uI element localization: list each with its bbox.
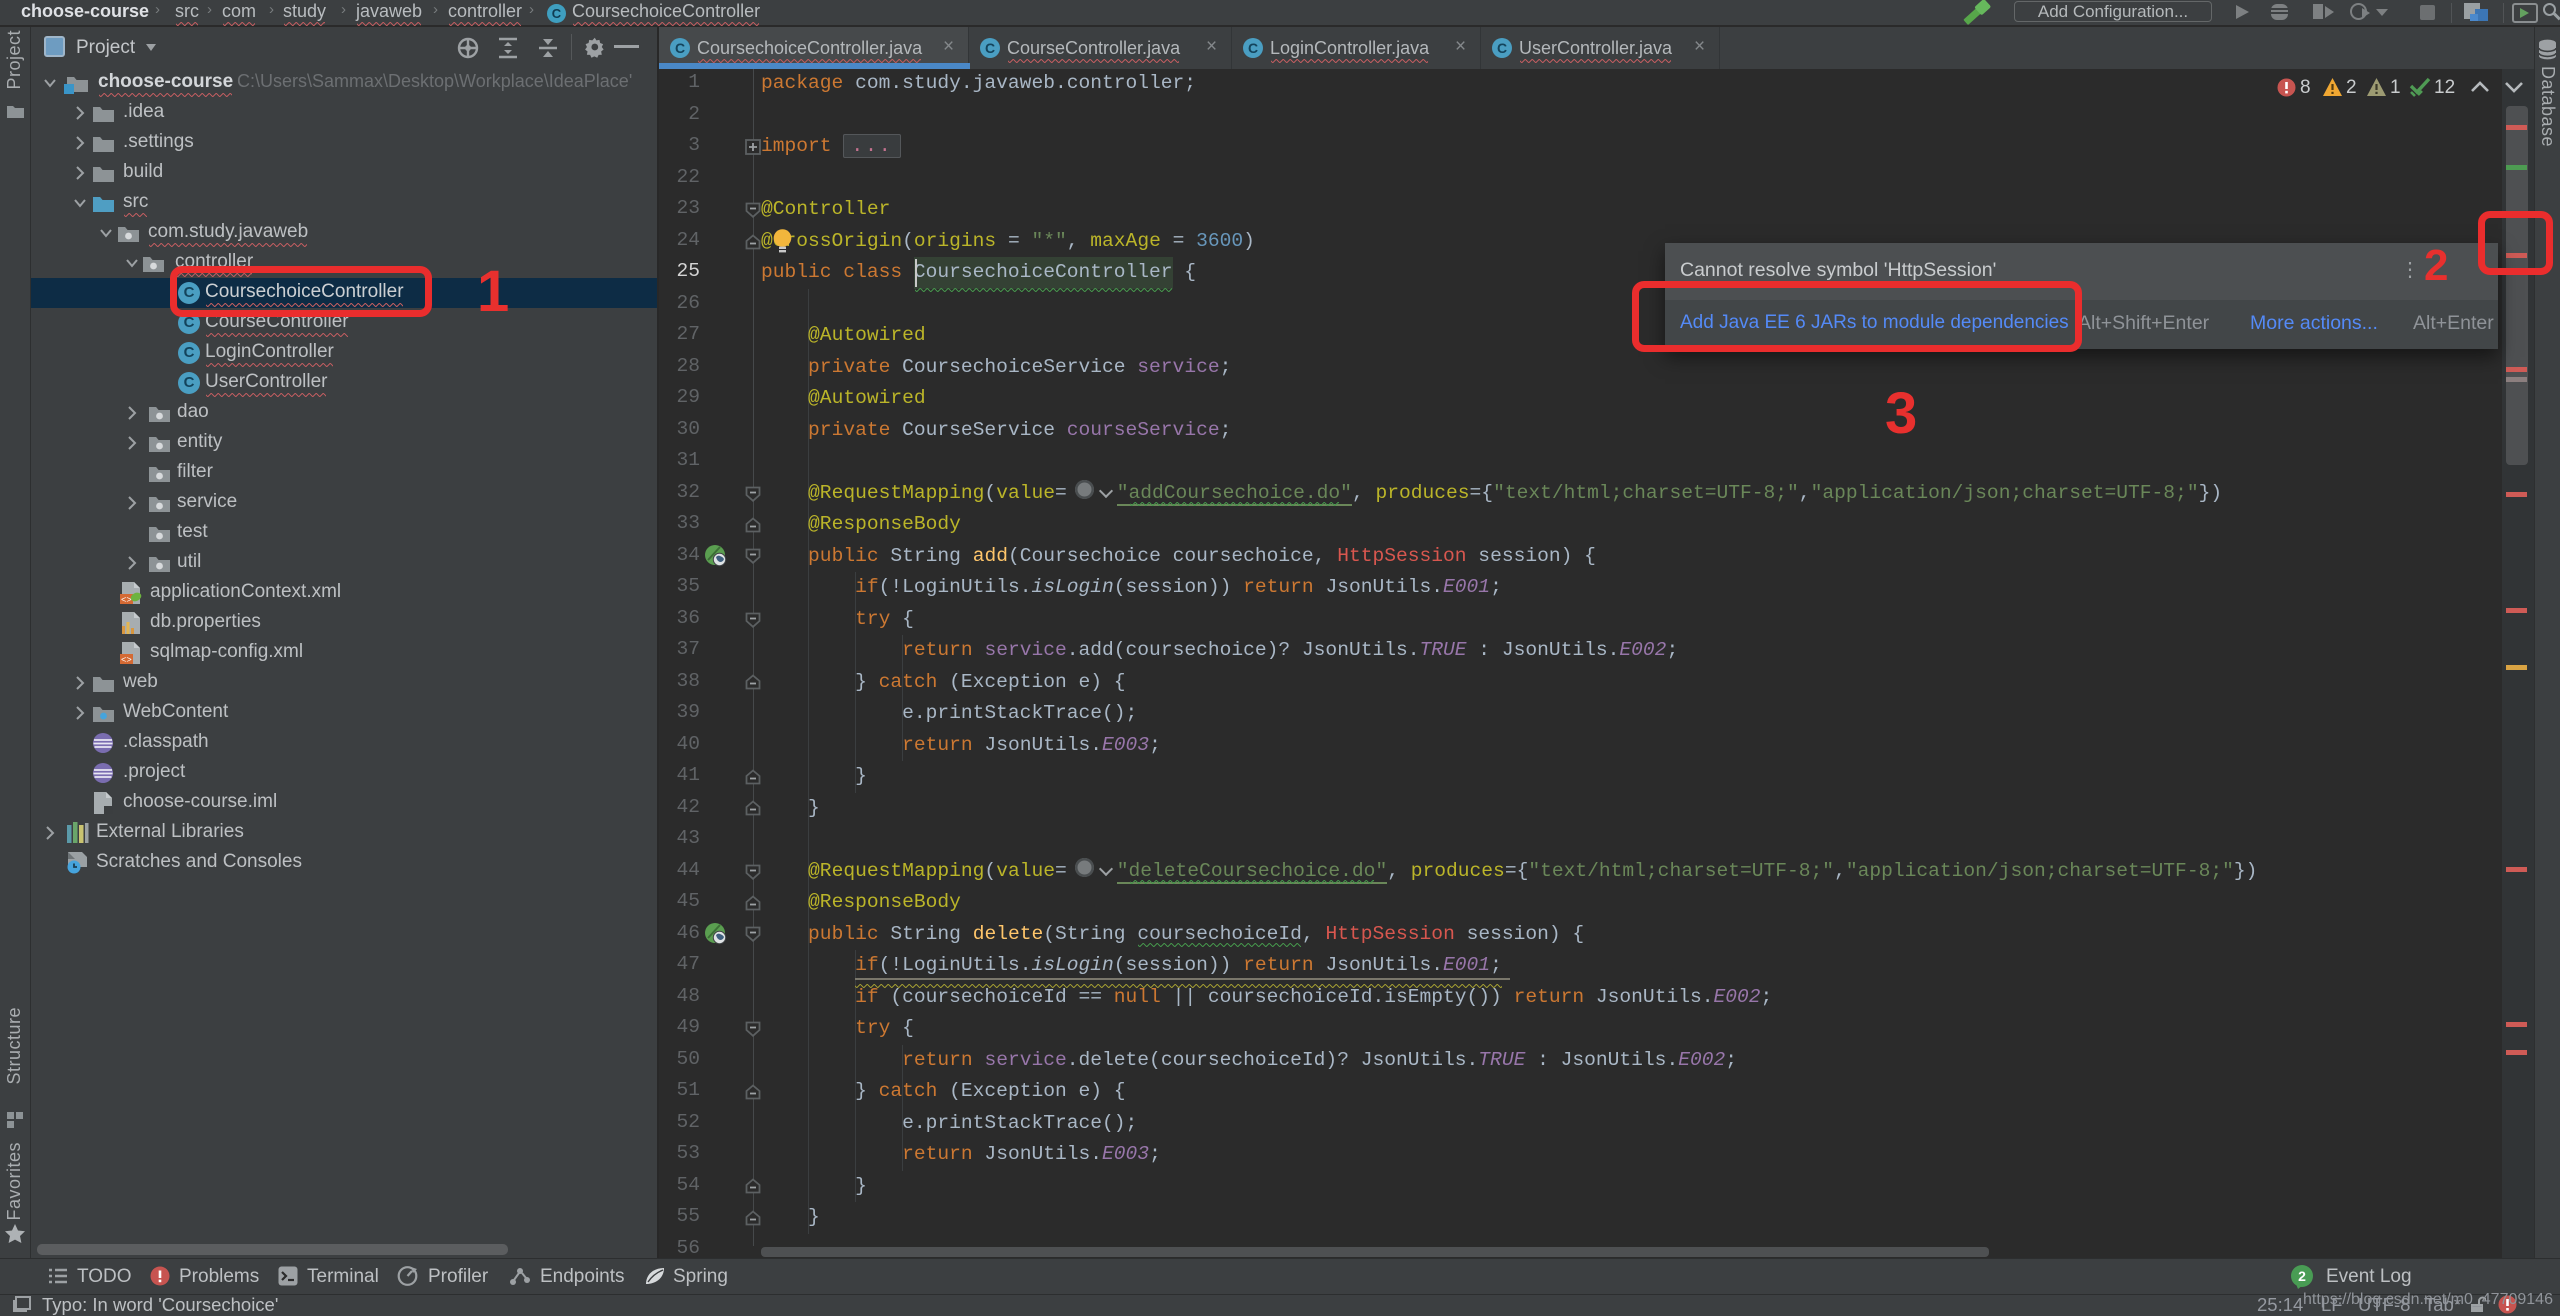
svg-text:2: 2: [2298, 1268, 2306, 1284]
svg-text:<>: <>: [121, 596, 132, 606]
svg-text:<>: <>: [121, 656, 132, 666]
